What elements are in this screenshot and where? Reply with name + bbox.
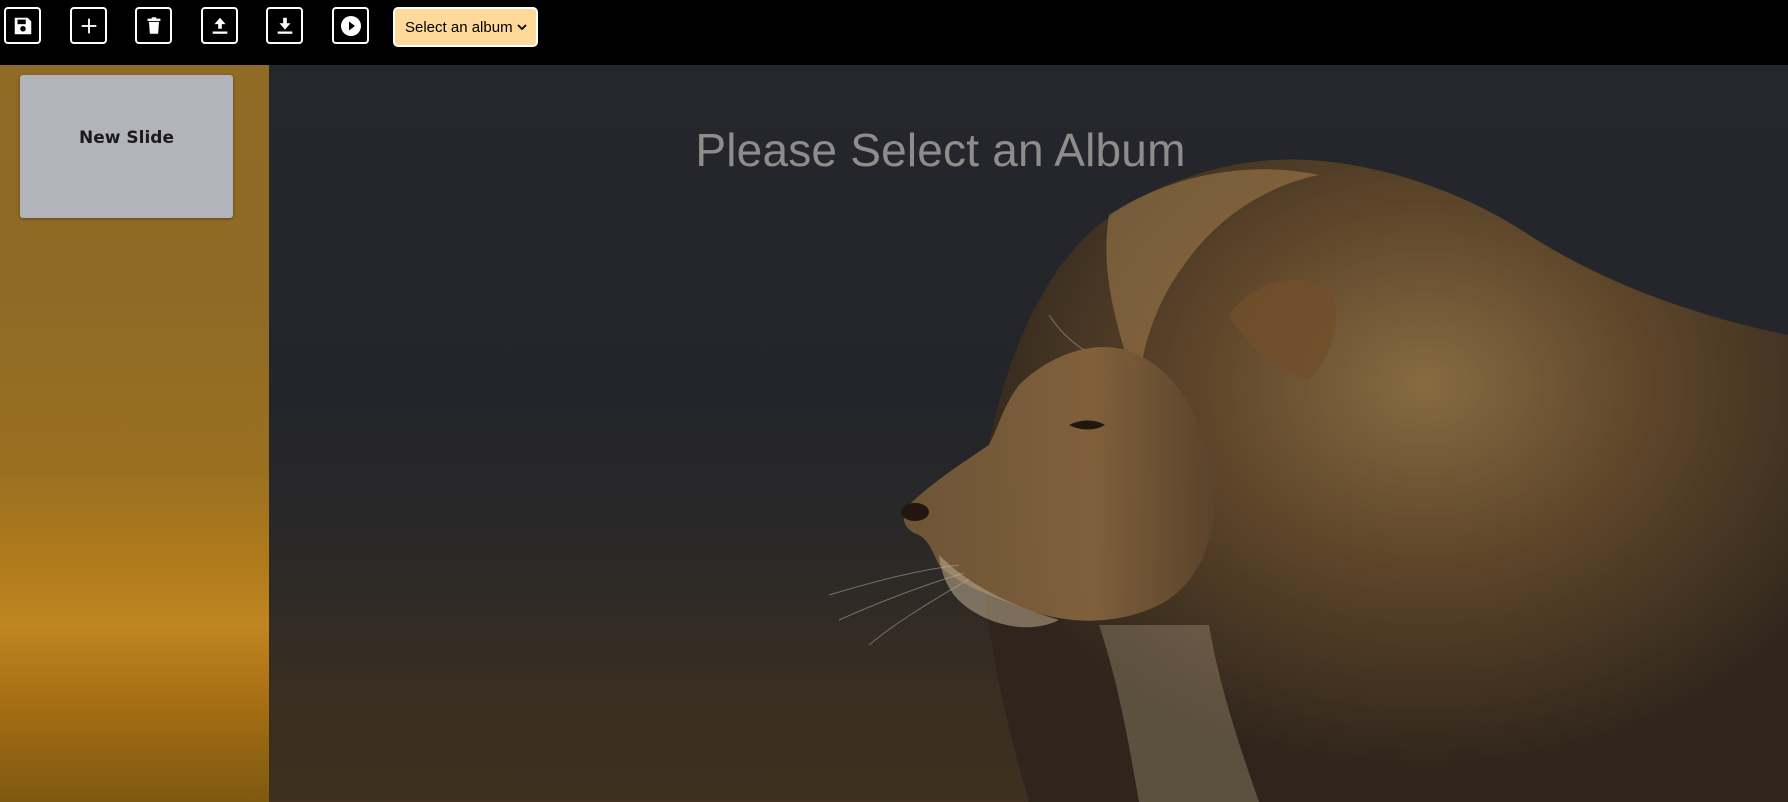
- download-button[interactable]: [266, 7, 303, 44]
- slide-stage: Please Select an Album: [269, 65, 1788, 802]
- download-icon: [277, 17, 292, 34]
- upload-button[interactable]: [201, 7, 238, 44]
- album-select[interactable]: Select an album: [393, 7, 538, 47]
- slide-thumbnail[interactable]: New Slide: [20, 75, 233, 218]
- plus-icon: [81, 18, 96, 33]
- slide-sidebar: New Slide: [0, 65, 269, 802]
- upload-icon: [212, 17, 227, 34]
- stage-title: Please Select an Album: [695, 124, 1186, 176]
- album-select-value: Select an album: [405, 18, 513, 36]
- delete-slide-button[interactable]: [135, 7, 172, 44]
- slide-thumbnail-label: New Slide: [79, 128, 174, 148]
- save-button[interactable]: [4, 7, 41, 44]
- play-circle-icon: [340, 15, 361, 36]
- play-button[interactable]: [332, 7, 369, 44]
- floppy-disk-icon: [14, 17, 31, 34]
- toolbar: Select an album: [0, 0, 1788, 65]
- trash-icon: [147, 16, 160, 34]
- add-slide-button[interactable]: [70, 7, 107, 44]
- chevron-down-icon: [517, 24, 527, 31]
